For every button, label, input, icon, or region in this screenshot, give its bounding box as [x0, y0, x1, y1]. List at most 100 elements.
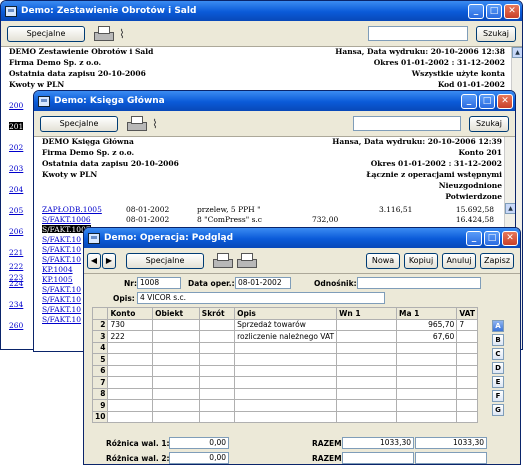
cell-konto[interactable]: 730 — [107, 318, 154, 331]
ledger-ref-link[interactable]: KP.1005 — [42, 275, 73, 284]
ledger-ref-link[interactable]: KP.1004 — [42, 265, 73, 274]
cell-wn[interactable] — [336, 330, 397, 343]
table-row[interactable]: 9 — [91, 399, 478, 412]
ledger-ref-link[interactable]: S/FAKT.1006 — [42, 215, 91, 224]
search-button[interactable]: Szukaj — [469, 115, 509, 132]
account-link[interactable]: 205 — [9, 206, 23, 215]
new-button[interactable]: Nowa — [366, 252, 400, 269]
ledger-ref-link[interactable]: S/FAKT.10 — [42, 285, 81, 294]
scroll-up-icon[interactable]: ▲ — [512, 47, 522, 58]
close-icon[interactable]: ✕ — [504, 3, 520, 19]
cell-ma[interactable]: 965,70 — [395, 318, 458, 331]
special-button[interactable]: Specjalne — [126, 252, 204, 269]
close-icon[interactable]: ✕ — [502, 230, 518, 246]
cell-ma[interactable]: 67,60 — [395, 330, 458, 343]
tab-c[interactable]: C — [492, 348, 504, 360]
account-link[interactable]: 224 — [9, 279, 23, 288]
reference-field[interactable] — [357, 277, 481, 289]
ledger-ref-link[interactable]: S/FAKT.10 — [42, 235, 81, 244]
cell-obiekt[interactable] — [152, 330, 200, 343]
date-field[interactable]: 08-01-2002 — [235, 277, 291, 289]
titlebar[interactable]: Demo: Operacja: Podgląd _ □ ✕ — [84, 228, 520, 248]
account-link[interactable]: 204 — [9, 185, 23, 194]
search-button[interactable]: Szukaj — [476, 25, 516, 42]
account-link[interactable]: 221 — [9, 248, 23, 257]
nr-field[interactable]: 1008 — [137, 277, 181, 289]
tab-b[interactable]: B — [492, 334, 504, 346]
maximize-icon[interactable]: □ — [486, 3, 502, 19]
cell-opis[interactable]: rozliczenie należnego VAT — [234, 330, 338, 343]
tab-d[interactable]: D — [492, 362, 504, 374]
app-icon — [38, 95, 50, 107]
paperclip-icon[interactable]: ⌇ — [152, 117, 158, 131]
account-link[interactable]: 200 — [9, 101, 23, 110]
account-link[interactable]: 206 — [9, 227, 23, 236]
cancel-button[interactable]: Anuluj — [442, 252, 476, 269]
column-header: VAT — [456, 307, 478, 320]
close-icon[interactable]: ✕ — [497, 93, 513, 109]
account-link[interactable]: 234 — [9, 300, 23, 309]
titlebar[interactable]: Demo: Zestawienie Obrotów i Sald _ □ ✕ — [1, 1, 522, 21]
table-row[interactable]: 5 — [91, 353, 478, 366]
account-link[interactable]: 202 — [9, 143, 23, 152]
save-button[interactable]: Zapisz — [480, 252, 514, 269]
account-link[interactable]: 222 — [9, 262, 23, 271]
tab-g[interactable]: G — [492, 404, 504, 416]
printer-icon[interactable] — [212, 252, 234, 270]
special-button[interactable]: Specjalne — [7, 25, 85, 42]
minimize-icon[interactable]: _ — [468, 3, 484, 19]
ledger-ref-link[interactable]: S/FAKT.10 — [42, 305, 81, 314]
search-input[interactable] — [368, 26, 468, 41]
account-link-selected[interactable]: 201 — [9, 122, 24, 131]
table-row[interactable]: 2 730 Sprzedaż towarów 965,70 7 — [91, 318, 478, 331]
ledger-ref-link[interactable]: S/FAKT.10 — [42, 315, 81, 324]
titlebar[interactable]: Demo: Księga Główna _ □ ✕ — [34, 91, 515, 111]
scope-note: Łącznie z operacjami wstępnymi — [366, 170, 502, 179]
window-title: Demo: Zestawienie Obrotów i Sald — [21, 6, 197, 16]
toolbar: Specjalne ⌇ Szukaj — [34, 111, 515, 137]
table-row[interactable]: 10 — [91, 410, 478, 423]
account-link[interactable]: 260 — [9, 321, 23, 330]
table-row[interactable]: 8 — [91, 387, 478, 400]
copy-button[interactable]: Kopiuj — [404, 252, 438, 269]
prev-record-icon[interactable]: ◀ — [87, 252, 101, 269]
minimize-icon[interactable]: _ — [461, 93, 477, 109]
table-row[interactable]: 7 — [91, 376, 478, 389]
paperclip-icon[interactable]: ⌇ — [119, 27, 125, 41]
account-link[interactable]: 203 — [9, 164, 23, 173]
maximize-icon[interactable]: □ — [484, 230, 500, 246]
ledger-ref-link[interactable]: S/FAKT.10 — [42, 255, 81, 264]
special-button[interactable]: Specjalne — [40, 115, 118, 132]
cell-skrot[interactable] — [198, 318, 236, 331]
tab-e[interactable]: E — [492, 376, 504, 388]
reference-label: Odnośnik: — [314, 279, 357, 288]
row-number: 10 — [91, 410, 109, 423]
ledger-balance: 15.692,58 — [455, 205, 494, 214]
printer-icon[interactable] — [126, 115, 148, 133]
cell-obiekt[interactable] — [152, 318, 200, 331]
maximize-icon[interactable]: □ — [479, 93, 495, 109]
cell-konto[interactable]: 222 — [107, 330, 154, 343]
next-record-icon[interactable]: ▶ — [102, 252, 116, 269]
cell-vat[interactable]: 7 — [456, 318, 478, 331]
ledger-ref-link[interactable]: ZAPŁODB.1005 — [42, 205, 102, 214]
confirmed-label: Potwierdzone — [445, 192, 502, 201]
printer-icon[interactable] — [93, 25, 115, 43]
scroll-up-icon[interactable]: ▲ — [505, 203, 515, 214]
tab-a[interactable]: A — [492, 320, 504, 332]
cell-vat[interactable] — [456, 330, 478, 343]
search-input[interactable] — [353, 116, 461, 131]
minimize-icon[interactable]: _ — [466, 230, 482, 246]
cell-wn[interactable] — [336, 318, 397, 331]
ledger-ref-link[interactable]: S/FAKT.10 — [42, 295, 81, 304]
cell-opis[interactable]: Sprzedaż towarów — [234, 318, 338, 331]
table-row[interactable]: 6 — [91, 364, 478, 377]
tab-f[interactable]: F — [492, 390, 504, 402]
total2-label: RAZEM: — [312, 454, 345, 463]
print-preview-icon[interactable] — [236, 252, 258, 270]
description-field[interactable]: 4 VICOR s.c. — [137, 292, 385, 304]
ledger-ref-link[interactable]: S/FAKT.10 — [42, 245, 81, 254]
cell-skrot[interactable] — [198, 330, 236, 343]
table-row[interactable]: 4 — [91, 341, 478, 354]
table-row[interactable]: 3 222 rozliczenie należnego VAT 67,60 — [91, 330, 478, 343]
